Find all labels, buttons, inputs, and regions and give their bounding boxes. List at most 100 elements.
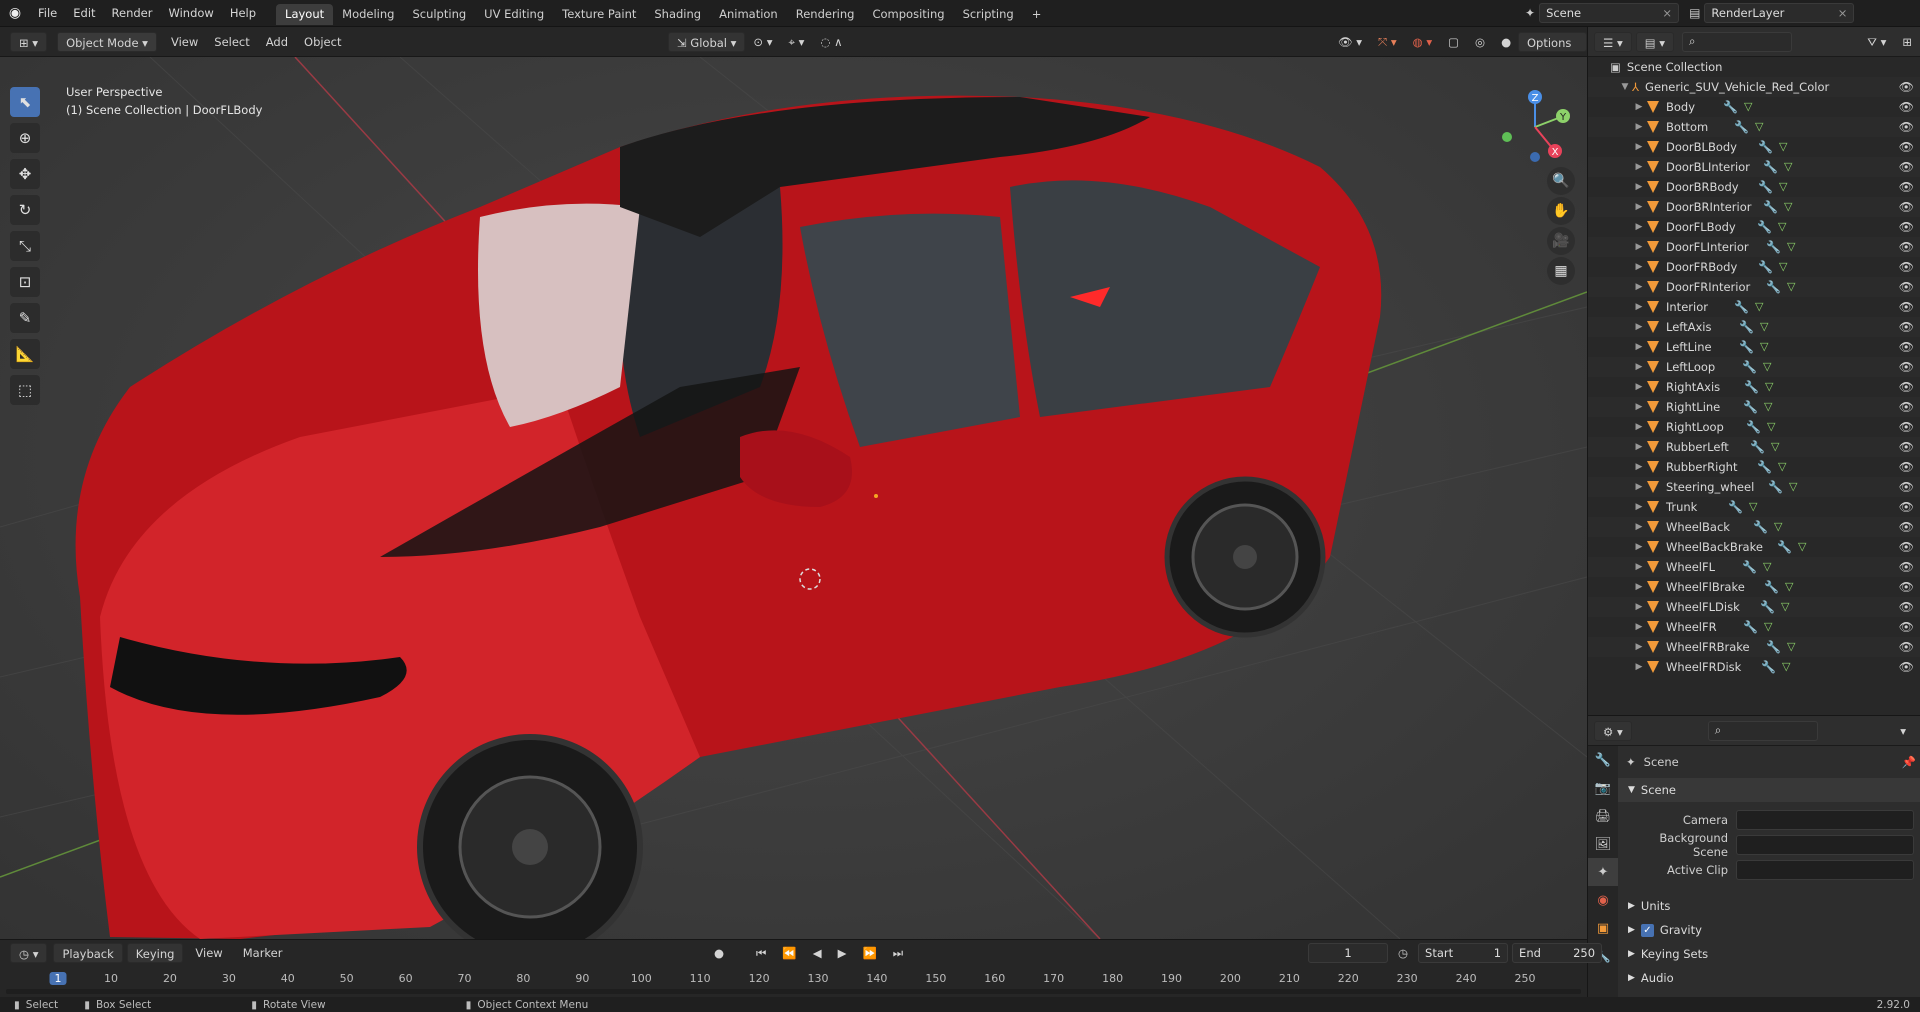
play-reverse-icon[interactable]: ◀ bbox=[805, 943, 830, 963]
outliner-item[interactable]: ▶ DoorBRInterior 🔧 ▽ 👁 bbox=[1588, 197, 1920, 217]
keying-sets-panel-header[interactable]: ▶ Keying Sets bbox=[1618, 942, 1920, 966]
mesh-data-icon[interactable]: ▽ bbox=[1798, 540, 1806, 554]
expand-arrow-icon[interactable]: ▶ bbox=[1632, 522, 1646, 532]
render-tab-icon[interactable]: 📷 bbox=[1588, 774, 1618, 802]
display-mode-icon[interactable]: ▤ ▾ bbox=[1635, 31, 1675, 52]
outliner-item[interactable]: ▶ Trunk 🔧 ▽ 👁 bbox=[1588, 497, 1920, 517]
gravity-panel-header[interactable]: ▶ ✓ Gravity bbox=[1618, 918, 1920, 942]
expand-arrow-icon[interactable]: ▶ bbox=[1632, 462, 1646, 472]
expand-arrow-icon[interactable]: ▶ bbox=[1632, 382, 1646, 392]
start-frame-field[interactable]: Start 1 bbox=[1418, 943, 1509, 963]
scene-panel-header[interactable]: ▼ Scene bbox=[1618, 778, 1920, 802]
outliner-item[interactable]: ▶ WheelFRDisk 🔧 ▽ 👁 bbox=[1588, 657, 1920, 677]
visibility-eye-icon[interactable]: 👁 bbox=[1899, 140, 1914, 154]
jump-end-icon[interactable]: ⏭ bbox=[885, 943, 911, 963]
visibility-eye-icon[interactable]: 👁 bbox=[1899, 660, 1914, 674]
zoom-icon[interactable]: 🔍 bbox=[1547, 167, 1575, 195]
outliner-item[interactable]: ▶ Steering_wheel 🔧 ▽ 👁 bbox=[1588, 477, 1920, 497]
panel-options-icon[interactable]: ▾ bbox=[1892, 721, 1914, 741]
expand-arrow-icon[interactable]: ▶ bbox=[1632, 302, 1646, 312]
add-workspace-button[interactable]: + bbox=[1023, 4, 1051, 25]
camera-view-icon[interactable]: 🎥 bbox=[1547, 227, 1575, 255]
expand-arrow-icon[interactable]: ▶ bbox=[1632, 122, 1646, 132]
modifier-wrench-icon[interactable]: 🔧 bbox=[1763, 200, 1778, 214]
modifier-wrench-icon[interactable]: 🔧 bbox=[1766, 280, 1781, 294]
visibility-eye-icon[interactable]: 👁 bbox=[1899, 540, 1914, 554]
visibility-eye-icon[interactable]: 👁 bbox=[1899, 580, 1914, 594]
outliner-item[interactable]: ▶ LeftLoop 🔧 ▽ 👁 bbox=[1588, 357, 1920, 377]
suv-car-model[interactable] bbox=[75, 95, 1382, 939]
modifier-wrench-icon[interactable]: 🔧 bbox=[1728, 500, 1743, 514]
modifier-wrench-icon[interactable]: 🔧 bbox=[1761, 660, 1776, 674]
visibility-eye-icon[interactable]: 👁 bbox=[1899, 360, 1914, 374]
modifier-wrench-icon[interactable]: 🔧 bbox=[1744, 380, 1759, 394]
snap-icon[interactable]: ⌖ ▾ bbox=[781, 32, 813, 52]
jump-start-icon[interactable]: ⏮ bbox=[748, 943, 774, 963]
outliner-item[interactable]: ▶ WheelFL 🔧 ▽ 👁 bbox=[1588, 557, 1920, 577]
menu-window[interactable]: Window bbox=[160, 0, 221, 27]
timeline-menu-keying[interactable]: Keying bbox=[126, 943, 184, 963]
mesh-data-icon[interactable]: ▽ bbox=[1763, 560, 1771, 574]
outliner-item[interactable]: ▶ DoorFRInterior 🔧 ▽ 👁 bbox=[1588, 277, 1920, 297]
mesh-data-icon[interactable]: ▽ bbox=[1789, 480, 1797, 494]
viewport-menu-view[interactable]: View bbox=[163, 32, 206, 52]
timeline-scrollbar[interactable] bbox=[6, 989, 1581, 994]
visibility-eye-icon[interactable]: 👁 bbox=[1899, 260, 1914, 274]
visibility-eye-icon[interactable]: 👁 bbox=[1899, 240, 1914, 254]
visibility-eye-icon[interactable]: 👁 bbox=[1899, 640, 1914, 654]
visibility-eye-icon[interactable]: 👁 bbox=[1899, 340, 1914, 354]
mesh-data-icon[interactable]: ▽ bbox=[1755, 120, 1763, 134]
camera-field[interactable] bbox=[1736, 810, 1914, 830]
jump-keyframe-forward-icon[interactable]: ⏩ bbox=[854, 943, 884, 963]
outliner-item[interactable]: ▶ DoorBRBody 🔧 ▽ 👁 bbox=[1588, 177, 1920, 197]
visibility-icon[interactable]: 👁 ▾ bbox=[1330, 32, 1370, 52]
visibility-eye-icon[interactable]: 👁 bbox=[1899, 200, 1914, 214]
expand-arrow-icon[interactable]: ▶ bbox=[1632, 182, 1646, 192]
visibility-eye-icon[interactable]: 👁 bbox=[1899, 160, 1914, 174]
close-icon[interactable]: × bbox=[1838, 6, 1848, 20]
object-mode-select[interactable]: Object Mode ▾ bbox=[57, 31, 157, 52]
mesh-data-icon[interactable]: ▽ bbox=[1749, 500, 1757, 514]
visibility-eye-icon[interactable]: 👁 bbox=[1899, 600, 1914, 614]
properties-editor-icon[interactable]: ⚙ ▾ bbox=[1594, 720, 1632, 741]
modifier-wrench-icon[interactable]: 🔧 bbox=[1766, 240, 1781, 254]
menu-edit[interactable]: Edit bbox=[65, 0, 103, 27]
mesh-data-icon[interactable]: ▽ bbox=[1787, 240, 1795, 254]
units-panel-header[interactable]: ▶ Units bbox=[1618, 894, 1920, 918]
scene-icon[interactable]: ✦ bbox=[1525, 6, 1535, 20]
mesh-data-icon[interactable]: ▽ bbox=[1765, 380, 1773, 394]
expand-arrow-icon[interactable]: ▶ bbox=[1632, 222, 1646, 232]
workspace-tab-texture-paint[interactable]: Texture Paint bbox=[553, 4, 645, 25]
visibility-eye-icon[interactable]: 👁 bbox=[1899, 100, 1914, 114]
proportional-edit-icon[interactable]: ◌ ∧ bbox=[812, 32, 850, 52]
visibility-eye-icon[interactable]: 👁 bbox=[1899, 480, 1914, 494]
mesh-data-icon[interactable]: ▽ bbox=[1763, 360, 1771, 374]
outliner-item[interactable]: ▶ WheelBackBrake 🔧 ▽ 👁 bbox=[1588, 537, 1920, 557]
modifier-wrench-icon[interactable]: 🔧 bbox=[1777, 540, 1792, 554]
close-icon[interactable]: × bbox=[1662, 6, 1672, 20]
workspace-tab-animation[interactable]: Animation bbox=[710, 4, 787, 25]
timeline-editor-icon[interactable]: ◷ ▾ bbox=[10, 943, 48, 963]
outliner-item[interactable]: ▶ RubberLeft 🔧 ▽ 👁 bbox=[1588, 437, 1920, 457]
object-tab-icon[interactable]: ▣ bbox=[1588, 914, 1618, 942]
mesh-data-icon[interactable]: ▽ bbox=[1779, 140, 1787, 154]
modifier-wrench-icon[interactable]: 🔧 bbox=[1768, 480, 1783, 494]
mesh-data-icon[interactable]: ▽ bbox=[1784, 160, 1792, 174]
xray-icon[interactable]: ▢ bbox=[1440, 32, 1467, 52]
outliner-item[interactable]: ▶ DoorFLBody 🔧 ▽ 👁 bbox=[1588, 217, 1920, 237]
modifier-wrench-icon[interactable]: 🔧 bbox=[1757, 220, 1772, 234]
select-tool-icon[interactable]: ⬉ bbox=[10, 87, 40, 117]
modifier-wrench-icon[interactable]: 🔧 bbox=[1742, 360, 1757, 374]
modifier-wrench-icon[interactable]: 🔧 bbox=[1750, 440, 1765, 454]
cursor-tool-icon[interactable]: ⊕ bbox=[10, 123, 40, 153]
expand-arrow-icon[interactable]: ▶ bbox=[1632, 402, 1646, 412]
object-row[interactable]: ▼ ⅄ Generic_SUV_Vehicle_Red_Color 👁 bbox=[1588, 77, 1920, 97]
mesh-data-icon[interactable]: ▽ bbox=[1774, 520, 1782, 534]
outliner-editor-icon[interactable]: ☰ ▾ bbox=[1594, 31, 1632, 52]
mesh-data-icon[interactable]: ▽ bbox=[1781, 600, 1789, 614]
visibility-eye-icon[interactable]: 👁 bbox=[1899, 440, 1914, 454]
visibility-eye-icon[interactable]: 👁 bbox=[1899, 380, 1914, 394]
outliner-item[interactable]: ▶ Bottom 🔧 ▽ 👁 bbox=[1588, 117, 1920, 137]
mesh-data-icon[interactable]: ▽ bbox=[1787, 640, 1795, 654]
navigation-gizmo[interactable]: Z Y X bbox=[1495, 87, 1575, 167]
